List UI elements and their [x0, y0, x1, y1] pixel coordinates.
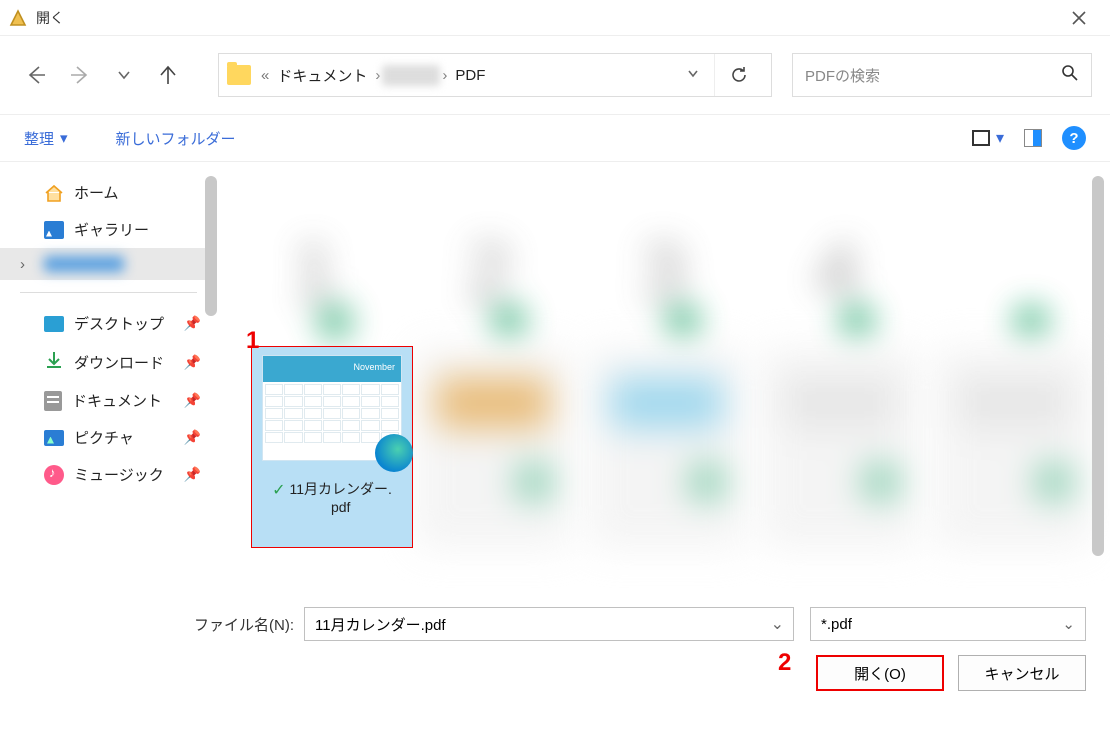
file-tile-blurred[interactable]: 1 — [237, 174, 393, 338]
titlebar: 開く — [0, 0, 1110, 36]
file-tile-blurred[interactable]: 3 — [585, 174, 741, 338]
sidebar-item-picture[interactable]: ピクチャ 📌 — [0, 419, 217, 456]
filetype-select[interactable]: *.pdf ⌄ — [810, 607, 1086, 641]
filename-input[interactable] — [304, 607, 794, 641]
gallery-icon — [44, 221, 64, 239]
sidebar-label: デスクトップ — [74, 313, 164, 334]
nav-back-button[interactable] — [18, 57, 54, 93]
app-icon — [8, 8, 28, 28]
breadcrumb-documents[interactable]: ドキュメント — [271, 65, 373, 86]
bottom-panel: ファイル名(N): ⌄ *.pdf ⌄ 開く(O) キャンセル — [0, 597, 1110, 701]
breadcrumb-pdf[interactable]: PDF — [449, 67, 491, 84]
window-title: 開く — [36, 8, 64, 28]
sidebar-separator — [20, 292, 197, 293]
sidebar-item-home[interactable]: ホーム — [0, 174, 217, 211]
pin-icon: 📌 — [184, 354, 201, 371]
breadcrumb-sep: « — [259, 67, 271, 84]
file-name-line1: 11月カレンダー. — [289, 481, 391, 497]
open-button[interactable]: 開く(O) — [816, 655, 944, 691]
breadcrumb-sep: › — [373, 67, 382, 84]
help-button[interactable]: ? — [1062, 126, 1086, 150]
sidebar: ホーム ギャラリー デスクトップ 📌 ダウンロード 📌 ドキュメント 📌 ピクチ… — [0, 162, 217, 597]
sidebar-item-music[interactable]: ミュージック 📌 — [0, 456, 217, 493]
nav-up-button[interactable] — [150, 57, 186, 93]
view-mode-button[interactable]: ▾ — [972, 128, 1004, 148]
content-scrollbar[interactable] — [1092, 176, 1104, 556]
music-icon — [44, 465, 64, 485]
sidebar-label: ピクチャ — [74, 427, 134, 448]
new-folder-button[interactable]: 新しいフォルダー — [116, 128, 236, 149]
close-button[interactable] — [1056, 0, 1102, 36]
preview-pane-button[interactable] — [1024, 129, 1042, 147]
main-area: ホーム ギャラリー デスクトップ 📌 ダウンロード 📌 ドキュメント 📌 ピクチ… — [0, 162, 1110, 597]
address-bar[interactable]: « ドキュメント › xxxx › PDF — [218, 53, 772, 97]
breadcrumb-sep: › — [440, 67, 449, 84]
file-list: 1 2 3 4 November — [217, 162, 1110, 597]
file-tile-blurred[interactable]: 4 — [759, 174, 915, 338]
sidebar-label: ギャラリー — [74, 219, 149, 240]
sidebar-item-desktop[interactable]: デスクトップ 📌 — [0, 305, 217, 342]
sidebar-item-redacted[interactable] — [0, 248, 217, 280]
toolbar: 整理 ▾ 新しいフォルダー ▾ ? — [0, 114, 1110, 162]
view-icon — [972, 130, 990, 146]
download-icon — [44, 350, 64, 374]
sidebar-item-gallery[interactable]: ギャラリー — [0, 211, 217, 248]
address-dropdown[interactable] — [672, 66, 714, 85]
organize-label: 整理 — [24, 128, 54, 149]
search-placeholder: PDFの検索 — [805, 65, 1061, 86]
sidebar-item-download[interactable]: ダウンロード 📌 — [0, 342, 217, 382]
chevron-down-icon: ▾ — [60, 129, 68, 147]
file-tile-blurred[interactable] — [763, 348, 916, 548]
search-box[interactable]: PDFの検索 — [792, 53, 1092, 97]
file-tile-blurred[interactable] — [933, 174, 1089, 338]
file-tile-blurred[interactable] — [937, 348, 1090, 548]
file-tile-blurred[interactable] — [416, 348, 569, 548]
chevron-down-icon: ⌄ — [1062, 615, 1075, 633]
file-name: ✓ 11月カレンダー. pdf — [272, 479, 392, 515]
document-icon — [44, 391, 62, 411]
pin-icon: 📌 — [184, 392, 201, 409]
file-thumbnail: November — [262, 355, 402, 461]
pin-icon: 📌 — [184, 429, 201, 446]
home-icon — [44, 184, 64, 202]
check-icon: ✓ — [272, 480, 285, 500]
nav-forward-button[interactable] — [62, 57, 98, 93]
pin-icon: 📌 — [184, 466, 201, 483]
nav-row: « ドキュメント › xxxx › PDF PDFの検索 — [0, 36, 1110, 114]
chevron-down-icon: ▾ — [996, 128, 1004, 148]
file-tile-selected[interactable]: November ✓ 11月カレンダー. pdf — [251, 346, 413, 548]
filename-label: ファイル名(N): — [194, 614, 294, 635]
cancel-button[interactable]: キャンセル — [958, 655, 1086, 691]
sidebar-scrollbar[interactable] — [205, 176, 217, 316]
nav-history-button[interactable] — [106, 57, 142, 93]
annotation-1: 1 — [246, 327, 259, 355]
search-icon — [1061, 64, 1079, 87]
refresh-button[interactable] — [714, 54, 763, 96]
pin-icon: 📌 — [184, 315, 201, 332]
desktop-icon — [44, 316, 64, 332]
file-tile-blurred[interactable] — [590, 348, 743, 548]
thumb-month: November — [263, 356, 401, 382]
sidebar-label: ダウンロード — [74, 352, 164, 373]
sidebar-label: ホーム — [74, 182, 119, 203]
file-name-line2: pdf — [331, 499, 350, 515]
annotation-2: 2 — [778, 649, 791, 677]
sidebar-label: ミュージック — [74, 464, 164, 485]
file-tile-blurred[interactable]: 2 — [411, 174, 567, 338]
organize-menu[interactable]: 整理 ▾ — [24, 128, 68, 149]
edge-icon — [375, 434, 413, 472]
picture-icon — [44, 430, 64, 446]
breadcrumb-redacted[interactable]: xxxx — [382, 65, 440, 86]
folder-icon — [227, 65, 251, 85]
sidebar-label: ドキュメント — [72, 390, 162, 411]
redacted-icon — [44, 256, 124, 272]
sidebar-item-document[interactable]: ドキュメント 📌 — [0, 382, 217, 419]
filetype-value: *.pdf — [821, 616, 852, 633]
